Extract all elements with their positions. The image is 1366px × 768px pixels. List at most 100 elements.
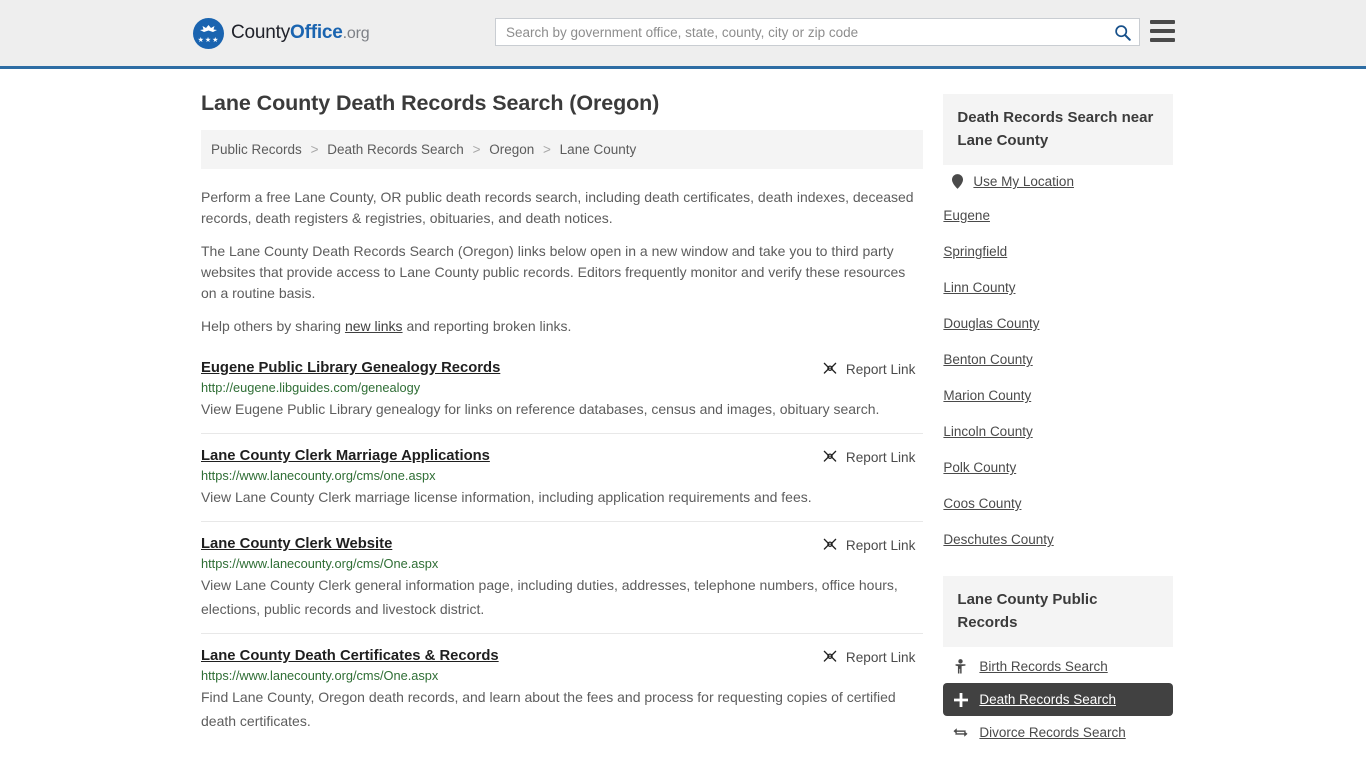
split-arrows-icon	[953, 727, 968, 738]
sidebar-link-place[interactable]: Polk County	[943, 460, 1016, 475]
sidebar-item-use-my-location[interactable]: Use My Location	[943, 165, 1173, 198]
report-link-button[interactable]: Report Link	[822, 537, 916, 553]
brand-part-county: County	[231, 22, 290, 43]
sidebar: Death Records Search near Lane County Us…	[943, 69, 1173, 758]
sidebar-item-place[interactable]: Marion County	[943, 378, 1173, 414]
report-link-button[interactable]: Report Link	[822, 361, 916, 377]
sidebar-link-place[interactable]: Coos County	[943, 496, 1021, 511]
result-url: http://eugene.libguides.com/genealogy	[201, 380, 923, 395]
breadcrumb-item-2[interactable]: Oregon	[489, 142, 534, 157]
results-list: Eugene Public Library Genealogy Records …	[201, 359, 923, 745]
sidebar-spacer	[943, 558, 1173, 576]
result-item: Lane County Death Certificates & Records…	[201, 647, 923, 745]
result-description: View Eugene Public Library genealogy for…	[201, 397, 913, 421]
breadcrumb-separator: >	[473, 142, 481, 157]
eagle-icon	[198, 24, 219, 35]
map-pin-icon	[951, 174, 964, 189]
sidebar-item-birth-records[interactable]: Birth Records Search	[943, 650, 1173, 683]
report-link-label: Report Link	[846, 650, 916, 665]
search-icon	[1114, 24, 1131, 41]
search-button[interactable]	[1105, 19, 1139, 45]
sidebar-near-heading: Death Records Search near Lane County	[943, 94, 1173, 165]
sidebar-item-place[interactable]: Deschutes County	[943, 522, 1173, 558]
sidebar-nearby-list: Use My Location Eugene Springfield Linn …	[943, 165, 1173, 558]
cross-icon	[953, 693, 968, 707]
sidebar-link-place[interactable]: Linn County	[943, 280, 1015, 295]
report-link-button[interactable]: Report Link	[822, 649, 916, 665]
intro-p3-before: Help others by sharing	[201, 318, 345, 334]
sidebar-item-place[interactable]: Eugene	[943, 198, 1173, 234]
menu-button[interactable]	[1150, 20, 1175, 42]
search-bar[interactable]	[495, 18, 1140, 46]
breadcrumb-item-1[interactable]: Death Records Search	[327, 142, 464, 157]
result-title-link[interactable]: Lane County Clerk Marriage Applications	[201, 448, 490, 464]
baby-icon	[953, 659, 968, 674]
report-link-label: Report Link	[846, 538, 916, 553]
sidebar-record-types-list: Birth Records Search Death Records Searc…	[943, 650, 1173, 749]
result-item: Eugene Public Library Genealogy Records …	[201, 359, 923, 434]
sidebar-item-place[interactable]: Lincoln County	[943, 414, 1173, 450]
broken-link-icon	[822, 361, 838, 377]
site-logo[interactable]: ★★★ CountyOffice.org	[193, 18, 369, 49]
sidebar-link-divorce-records[interactable]: Divorce Records Search	[979, 725, 1125, 740]
result-title-link[interactable]: Eugene Public Library Genealogy Records	[201, 360, 500, 376]
broken-link-icon	[822, 537, 838, 553]
intro-paragraph-1: Perform a free Lane County, OR public de…	[201, 187, 923, 229]
breadcrumb-item-0[interactable]: Public Records	[211, 142, 302, 157]
sidebar-link-use-my-location[interactable]: Use My Location	[973, 174, 1074, 189]
result-description: Find Lane County, Oregon death records, …	[201, 685, 913, 733]
sidebar-link-place[interactable]: Marion County	[943, 388, 1031, 403]
main-column: Lane County Death Records Search (Oregon…	[201, 69, 923, 758]
sidebar-item-place[interactable]: Coos County	[943, 486, 1173, 522]
intro-paragraph-3: Help others by sharing new links and rep…	[201, 316, 923, 337]
page-body: Lane County Death Records Search (Oregon…	[0, 69, 1366, 758]
brand-part-org: .org	[343, 25, 370, 42]
result-title-link[interactable]: Lane County Death Certificates & Records	[201, 648, 499, 664]
sidebar-link-place[interactable]: Deschutes County	[943, 532, 1053, 547]
report-link-label: Report Link	[846, 450, 916, 465]
result-url: https://www.lanecounty.org/cms/One.aspx	[201, 556, 923, 571]
broken-link-icon	[822, 649, 838, 665]
sidebar-link-place[interactable]: Eugene	[943, 208, 990, 223]
brand-wordmark: CountyOffice.org	[231, 22, 369, 44]
report-link-button[interactable]: Report Link	[822, 449, 916, 465]
page-title: Lane County Death Records Search (Oregon…	[201, 91, 923, 116]
result-item: Lane County Clerk Marriage Applications …	[201, 447, 923, 522]
hamburger-bar-1	[1150, 20, 1175, 24]
result-description: View Lane County Clerk marriage license …	[201, 485, 913, 509]
sidebar-link-place[interactable]: Springfield	[943, 244, 1007, 259]
result-url: https://www.lanecounty.org/cms/one.aspx	[201, 468, 923, 483]
result-title-link[interactable]: Lane County Clerk Website	[201, 536, 392, 552]
intro-paragraph-2: The Lane County Death Records Search (Or…	[201, 241, 923, 304]
stars-glyph: ★★★	[193, 37, 224, 44]
breadcrumb-item-3[interactable]: Lane County	[560, 142, 637, 157]
sidebar-link-place[interactable]: Benton County	[943, 352, 1032, 367]
sidebar-item-place[interactable]: Benton County	[943, 342, 1173, 378]
intro-text: Perform a free Lane County, OR public de…	[201, 169, 923, 337]
breadcrumb: Public Records > Death Records Search > …	[201, 130, 923, 169]
sidebar-item-place[interactable]: Polk County	[943, 450, 1173, 486]
result-url: https://www.lanecounty.org/cms/One.aspx	[201, 668, 923, 683]
broken-link-icon	[822, 449, 838, 465]
sidebar-item-place[interactable]: Douglas County	[943, 306, 1173, 342]
sidebar-item-death-records[interactable]: Death Records Search	[943, 683, 1173, 716]
sidebar-public-records-heading: Lane County Public Records	[943, 576, 1173, 647]
sidebar-item-divorce-records[interactable]: Divorce Records Search	[943, 716, 1173, 749]
eagle-seal-icon: ★★★	[193, 18, 224, 49]
sidebar-link-place[interactable]: Douglas County	[943, 316, 1039, 331]
sidebar-link-birth-records[interactable]: Birth Records Search	[979, 659, 1107, 674]
result-description: View Lane County Clerk general informati…	[201, 573, 913, 621]
sidebar-link-death-records[interactable]: Death Records Search	[979, 692, 1116, 707]
hamburger-bar-2	[1150, 29, 1175, 33]
report-link-label: Report Link	[846, 362, 916, 377]
sidebar-link-place[interactable]: Lincoln County	[943, 424, 1032, 439]
sidebar-item-place[interactable]: Linn County	[943, 270, 1173, 306]
hamburger-bar-3	[1150, 38, 1175, 42]
breadcrumb-separator: >	[543, 142, 551, 157]
result-item: Lane County Clerk Website https://www.la…	[201, 535, 923, 634]
site-header: ★★★ CountyOffice.org	[0, 0, 1366, 69]
search-input[interactable]	[496, 19, 1105, 45]
brand-part-office: Office	[290, 22, 343, 43]
new-links-link[interactable]: new links	[345, 318, 403, 334]
sidebar-item-place[interactable]: Springfield	[943, 234, 1173, 270]
